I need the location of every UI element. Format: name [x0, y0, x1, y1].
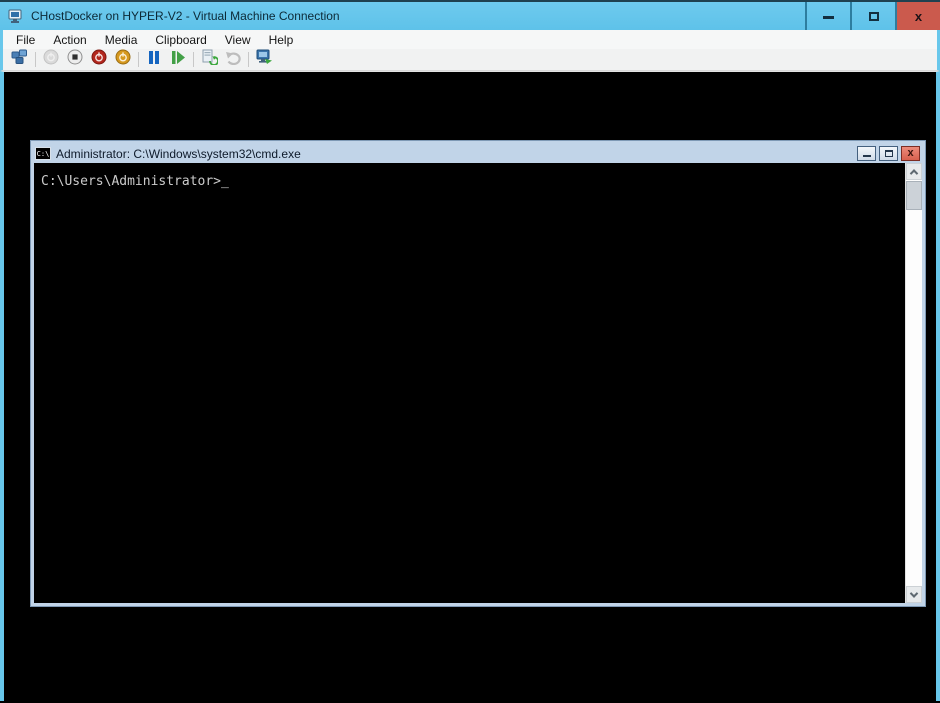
- ctrl-alt-del-button[interactable]: [8, 50, 32, 70]
- console-scrollbar[interactable]: [905, 163, 922, 603]
- cmd-icon[interactable]: C:\: [35, 147, 51, 160]
- minimize-icon: [823, 16, 834, 19]
- start-icon: [43, 49, 59, 70]
- checkpoint-button[interactable]: [197, 50, 221, 70]
- toolbar-separator: [35, 52, 36, 67]
- start-button[interactable]: [39, 50, 63, 70]
- cmd-titlebar[interactable]: C:\ Administrator: C:\Windows\system32\c…: [34, 144, 922, 163]
- enhanced-session-icon: [255, 49, 273, 70]
- console-prompt: C:\Users\Administrator>: [41, 174, 221, 189]
- menu-file[interactable]: File: [16, 33, 35, 47]
- vmconnect-icon[interactable]: [7, 8, 24, 24]
- vmconnect-window: CHostDocker on HYPER-V2 - Virtual Machin…: [0, 0, 940, 703]
- toolbar-separator: [138, 52, 139, 67]
- toolbar: [0, 49, 940, 71]
- revert-button[interactable]: [221, 50, 245, 70]
- caption-buttons: x: [805, 2, 940, 30]
- cmd-body: C:\Users\Administrator>_: [34, 163, 922, 603]
- menu-action[interactable]: Action: [53, 33, 86, 47]
- save-icon: [115, 49, 131, 70]
- pause-button[interactable]: [142, 50, 166, 70]
- chevron-up-icon: [910, 169, 918, 177]
- console-output[interactable]: C:\Users\Administrator>_: [34, 163, 905, 603]
- vm-display[interactable]: C:\ Administrator: C:\Windows\system32\c…: [0, 71, 940, 701]
- menu-clipboard[interactable]: Clipboard: [155, 33, 206, 47]
- titlebar-left: CHostDocker on HYPER-V2 - Virtual Machin…: [0, 2, 805, 30]
- revert-icon: [225, 50, 242, 70]
- pause-icon: [147, 50, 161, 70]
- shut-down-icon: [91, 49, 107, 70]
- scrollbar-track[interactable]: [906, 210, 922, 586]
- titlebar[interactable]: CHostDocker on HYPER-V2 - Virtual Machin…: [0, 0, 940, 30]
- enhanced-session-button[interactable]: [252, 50, 276, 70]
- scroll-down-button[interactable]: [906, 586, 922, 603]
- cmd-close-button[interactable]: x: [901, 146, 920, 161]
- checkpoint-icon: [201, 49, 218, 70]
- cmd-maximize-button[interactable]: [879, 146, 898, 161]
- window-title: CHostDocker on HYPER-V2 - Virtual Machin…: [31, 9, 340, 23]
- shut-down-button[interactable]: [87, 50, 111, 70]
- console-cursor: _: [221, 174, 229, 189]
- toolbar-separator: [248, 52, 249, 67]
- cmd-maximize-icon: [885, 150, 893, 157]
- maximize-icon: [869, 12, 879, 21]
- cmd-window-title: Administrator: C:\Windows\system32\cmd.e…: [56, 147, 857, 161]
- scroll-up-button[interactable]: [906, 163, 922, 180]
- cmd-minimize-button[interactable]: [857, 146, 876, 161]
- menu-help[interactable]: Help: [269, 33, 294, 47]
- reset-button[interactable]: [166, 50, 190, 70]
- chevron-down-icon: [910, 589, 918, 597]
- save-button[interactable]: [111, 50, 135, 70]
- toolbar-separator: [193, 52, 194, 67]
- cmd-icon-label: C:\: [37, 150, 50, 158]
- ctrl-alt-del-icon: [11, 49, 29, 70]
- menubar: File Action Media Clipboard View Help: [0, 30, 940, 49]
- menu-media[interactable]: Media: [105, 33, 138, 47]
- close-button[interactable]: x: [895, 2, 940, 30]
- maximize-button[interactable]: [850, 2, 895, 30]
- scrollbar-thumb[interactable]: [906, 181, 922, 210]
- cmd-minimize-icon: [863, 155, 871, 157]
- turn-off-icon: [67, 49, 83, 70]
- cmd-window: C:\ Administrator: C:\Windows\system32\c…: [30, 140, 926, 607]
- menu-view[interactable]: View: [225, 33, 251, 47]
- minimize-button[interactable]: [805, 2, 850, 30]
- cmd-close-icon: x: [907, 148, 913, 159]
- turn-off-button[interactable]: [63, 50, 87, 70]
- close-icon: x: [915, 10, 922, 23]
- reset-icon: [170, 50, 186, 70]
- cmd-caption-buttons: x: [857, 146, 921, 161]
